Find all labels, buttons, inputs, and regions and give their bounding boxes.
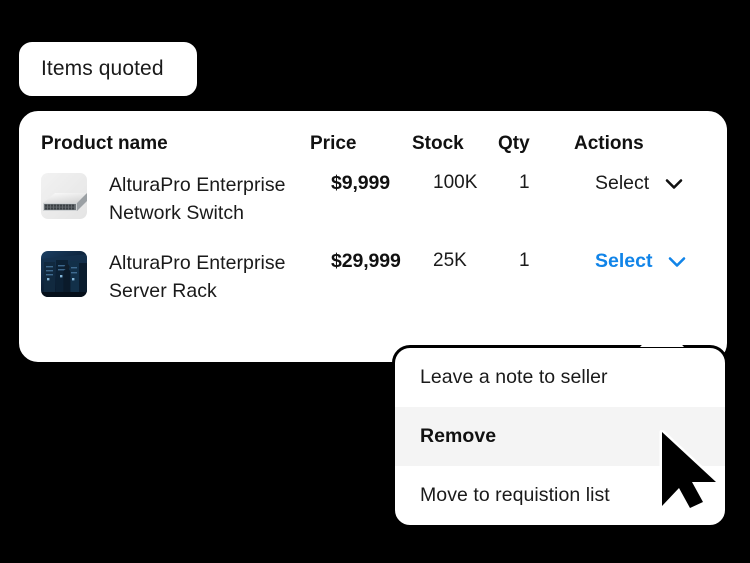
select-label: Select	[595, 172, 650, 194]
column-header-product-name: Product name	[41, 133, 168, 154]
table-header-row: Product name Price Stock Qty Actions	[19, 111, 727, 155]
product-stock: 100K	[433, 172, 478, 193]
actions-dropdown-menu: Leave a note to seller Remove Move to re…	[392, 345, 728, 528]
tab-label: Items quoted	[41, 57, 164, 80]
menu-item-remove[interactable]: Remove	[395, 407, 725, 466]
select-label: Select	[595, 250, 653, 272]
row-actions-select[interactable]: Select	[591, 171, 727, 195]
product-price: $29,999	[331, 250, 401, 272]
product-price: $9,999	[331, 172, 391, 194]
column-header-actions: Actions	[574, 133, 644, 154]
column-header-price: Price	[310, 133, 357, 154]
product-thumbnail-network-switch	[41, 173, 87, 219]
column-header-qty: Qty	[498, 133, 530, 154]
screen-root: Items quoted Product name Price Stock Qt…	[0, 0, 750, 563]
menu-item-leave-note[interactable]: Leave a note to seller	[395, 348, 725, 407]
tab-items-quoted[interactable]: Items quoted	[16, 39, 200, 99]
table-row: AlturaPro Enterprise Server Rack $29,999…	[19, 249, 727, 305]
table-row: AlturaPro Enterprise Network Switch $9,9…	[19, 171, 727, 227]
product-qty: 1	[519, 250, 530, 271]
row-actions-select[interactable]: Select	[591, 249, 727, 273]
product-name: AlturaPro Enterprise Server Rack	[109, 252, 286, 302]
product-stock: 25K	[433, 250, 467, 271]
menu-item-move-to-requisition-list[interactable]: Move to requistion list	[395, 466, 725, 525]
items-quoted-table-card: Product name Price Stock Qty Actions Alt…	[16, 108, 730, 365]
dropdown-tail-arrow	[640, 322, 684, 348]
chevron-down-icon	[665, 178, 683, 189]
product-name: AlturaPro Enterprise Network Switch	[109, 174, 286, 224]
column-header-stock: Stock	[412, 133, 464, 154]
chevron-down-icon	[669, 256, 686, 267]
product-thumbnail-server-rack	[41, 251, 87, 297]
product-qty: 1	[519, 172, 530, 193]
